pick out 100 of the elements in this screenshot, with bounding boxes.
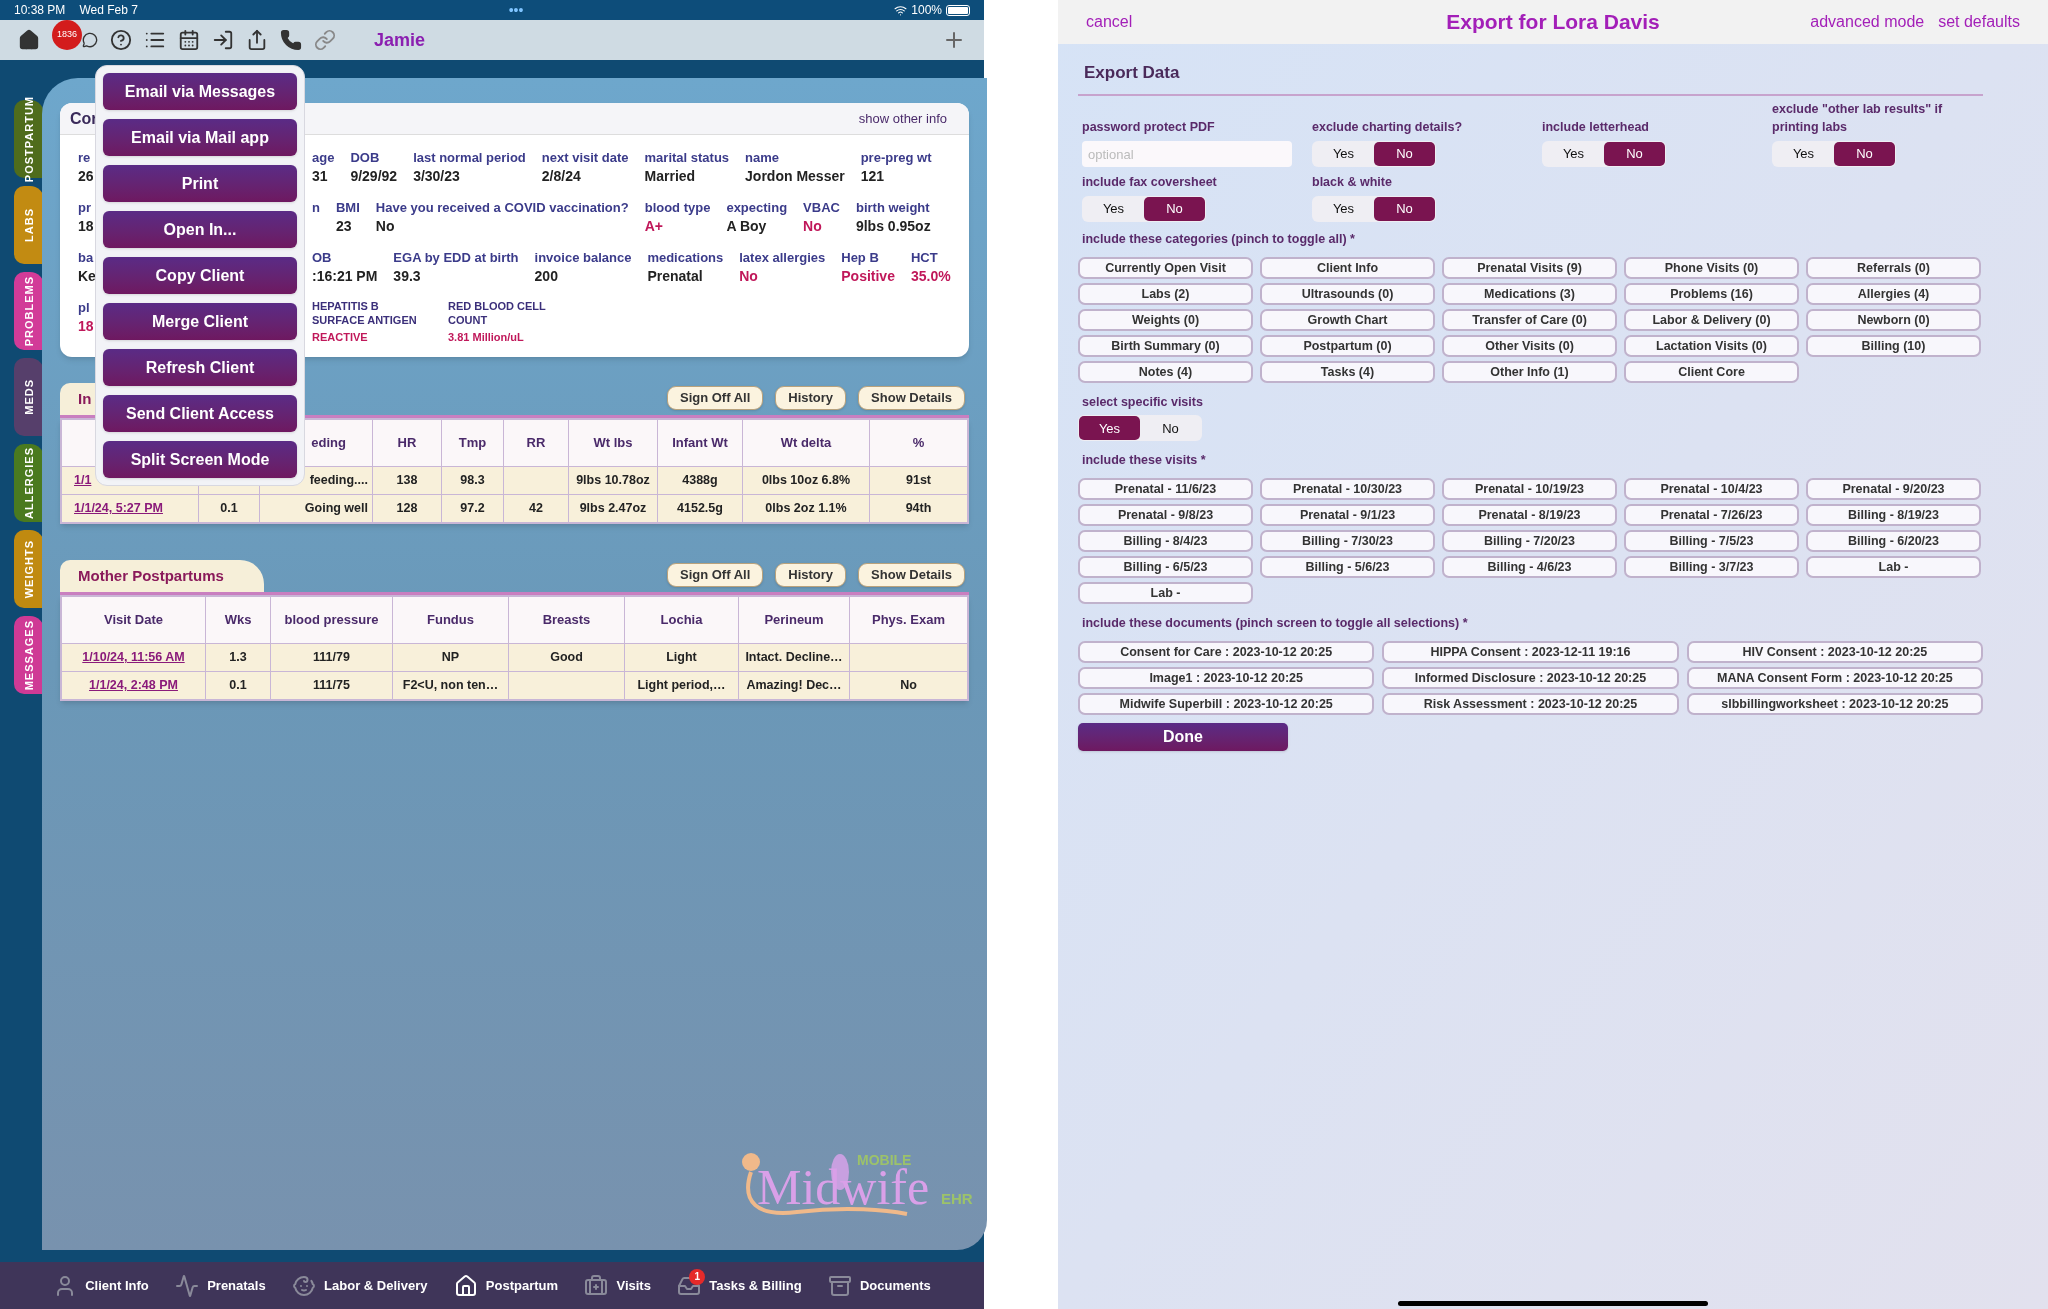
calendar-icon[interactable] (178, 29, 200, 51)
done-button[interactable]: Done (1078, 722, 1288, 751)
home-icon[interactable] (18, 29, 40, 51)
option-chip[interactable]: Prenatal - 8/19/23 (1442, 504, 1617, 526)
option-chip[interactable]: Prenatal - 7/26/23 (1624, 504, 1799, 526)
option-chip[interactable]: Client Info (1260, 256, 1435, 279)
option-chip[interactable]: Notes (4) (1078, 360, 1253, 383)
bottom-tab[interactable]: Visits (580, 1264, 655, 1307)
option-chip[interactable]: Billing - 5/6/23 (1260, 556, 1435, 578)
option-chip[interactable]: Prenatal - 9/1/23 (1260, 504, 1435, 526)
side-tab[interactable]: MESSAGES (14, 616, 44, 694)
option-chip[interactable]: Allergies (4) (1806, 282, 1981, 305)
side-tab[interactable]: PROBLEMS (14, 272, 44, 350)
toggle-option[interactable]: No (1140, 416, 1201, 441)
option-chip[interactable]: Medications (3) (1442, 282, 1617, 305)
menu-item[interactable]: Split Screen Mode (103, 441, 297, 478)
table-action-button[interactable]: Show Details (858, 386, 965, 410)
option-chip[interactable]: Billing - 7/20/23 (1442, 530, 1617, 552)
option-chip[interactable]: Lab - (1806, 556, 1981, 578)
table-action-button[interactable]: History (775, 386, 847, 410)
option-chip[interactable]: HIV Consent : 2023-10-12 20:25 (1686, 640, 1983, 663)
option-chip[interactable]: Other Visits (0) (1442, 334, 1617, 357)
option-chip[interactable]: Billing - 7/30/23 (1260, 530, 1435, 552)
option-chip[interactable]: slbbillingworksheet : 2023-10-12 20:25 (1686, 692, 1983, 715)
option-chip[interactable]: Billing - 6/5/23 (1078, 556, 1253, 578)
option-chip[interactable]: Birth Summary (0) (1078, 334, 1253, 357)
option-chip[interactable]: Client Core (1624, 360, 1799, 383)
bottom-tab[interactable]: Postpartum (449, 1264, 563, 1307)
visit-date-link[interactable]: 1/1/24, 2:48 PM (89, 676, 178, 695)
bottom-tab[interactable]: Prenatals (171, 1264, 270, 1307)
import-icon[interactable] (212, 29, 234, 51)
option-chip[interactable]: Prenatal - 9/8/23 (1078, 504, 1253, 526)
option-chip[interactable]: Labor & Delivery (0) (1624, 308, 1799, 331)
option-chip[interactable]: Billing - 7/5/23 (1624, 530, 1799, 552)
menu-item[interactable]: Open In... (103, 211, 297, 248)
option-chip[interactable]: Billing (10) (1806, 334, 1981, 357)
toggle-option[interactable]: Yes (1773, 142, 1834, 166)
chat-icon[interactable] (82, 32, 98, 48)
share-icon[interactable] (246, 29, 268, 51)
menu-item[interactable]: Merge Client (103, 303, 297, 340)
table-action-button[interactable]: History (775, 563, 847, 587)
table-action-button[interactable]: Show Details (858, 563, 965, 587)
option-chip[interactable]: Currently Open Visit (1078, 256, 1253, 279)
menu-item[interactable]: Refresh Client (103, 349, 297, 386)
bottom-tab[interactable]: Labor & Delivery (288, 1264, 432, 1307)
option-chip[interactable]: Risk Assessment : 2023-10-12 20:25 (1382, 692, 1679, 715)
help-icon[interactable] (110, 29, 132, 51)
password-field[interactable]: optional (1082, 141, 1292, 167)
toggle-option[interactable]: No (1144, 196, 1205, 221)
option-chip[interactable]: Referrals (0) (1806, 256, 1981, 279)
option-chip[interactable]: Prenatal - 10/19/23 (1442, 478, 1617, 500)
option-chip[interactable]: Phone Visits (0) (1624, 256, 1799, 279)
multitask-dots[interactable]: ••• (508, 0, 524, 21)
option-chip[interactable]: Image1 : 2023-10-12 20:25 (1078, 666, 1375, 689)
option-chip[interactable]: Prenatal - 10/4/23 (1624, 478, 1799, 500)
toggle-option[interactable]: No (1604, 142, 1665, 166)
option-chip[interactable]: Prenatal Visits (9) (1442, 256, 1617, 279)
show-other-info-link[interactable]: show other info (858, 108, 947, 129)
option-chip[interactable]: Consent for Care : 2023-10-12 20:25 (1078, 640, 1375, 663)
phone-icon[interactable] (280, 29, 302, 51)
toggle-option[interactable]: No (1374, 142, 1435, 166)
option-chip[interactable]: Ultrasounds (0) (1260, 282, 1435, 305)
cancel-link[interactable]: cancel (1086, 10, 1133, 34)
option-chip[interactable]: Tasks (4) (1260, 360, 1435, 383)
visit-date-link[interactable]: 1/1 (74, 471, 92, 490)
option-chip[interactable]: Prenatal - 11/6/23 (1078, 478, 1253, 500)
toggle-option[interactable]: No (1834, 142, 1895, 166)
option-chip[interactable]: Other Info (1) (1442, 360, 1617, 383)
side-tab[interactable]: MEDS (14, 358, 44, 436)
menu-item[interactable]: Copy Client (103, 257, 297, 294)
option-chip[interactable]: Problems (16) (1624, 282, 1799, 305)
option-chip[interactable]: HIPPA Consent : 2023-12-11 19:16 (1382, 640, 1679, 663)
option-chip[interactable]: Postpartum (0) (1260, 334, 1435, 357)
option-chip[interactable]: Informed Disclosure : 2023-10-12 20:25 (1382, 666, 1679, 689)
visit-date-link[interactable]: 1/10/24, 11:56 AM (82, 648, 185, 667)
option-chip[interactable]: Prenatal - 10/30/23 (1260, 478, 1435, 500)
advanced-mode-link[interactable]: advanced mode (1810, 10, 1925, 34)
table-action-button[interactable]: Sign Off All (667, 563, 764, 587)
option-chip[interactable]: Billing - 4/6/23 (1442, 556, 1617, 578)
option-chip[interactable]: Labs (2) (1078, 282, 1253, 305)
option-chip[interactable]: Transfer of Care (0) (1442, 308, 1617, 331)
toggle-option[interactable]: Yes (1313, 196, 1374, 221)
side-tab[interactable]: ALLERGIES (14, 444, 44, 522)
option-chip[interactable]: MANA Consent Form : 2023-10-12 20:25 (1686, 666, 1983, 689)
menu-item[interactable]: Send Client Access (103, 395, 297, 432)
option-chip[interactable]: Lactation Visits (0) (1624, 334, 1799, 357)
menu-item[interactable]: Print (103, 165, 297, 202)
option-chip[interactable]: Billing - 3/7/23 (1624, 556, 1799, 578)
toggle-option[interactable]: No (1374, 196, 1435, 221)
visit-date-link[interactable]: 1/1/24, 5:27 PM (74, 499, 163, 518)
toggle-option[interactable]: Yes (1083, 196, 1144, 221)
toggle-option[interactable]: Yes (1079, 416, 1140, 441)
bottom-tab[interactable]: Client Info (49, 1264, 153, 1307)
toggle-option[interactable]: Yes (1543, 142, 1604, 166)
option-chip[interactable]: Lab - (1078, 582, 1253, 604)
option-chip[interactable]: Billing - 6/20/23 (1806, 530, 1981, 552)
option-chip[interactable]: Prenatal - 9/20/23 (1806, 478, 1981, 500)
table-action-button[interactable]: Sign Off All (667, 386, 764, 410)
bottom-tab[interactable]: Tasks & Billing 1 (673, 1264, 806, 1307)
bottom-tab[interactable]: Documents (824, 1264, 935, 1307)
